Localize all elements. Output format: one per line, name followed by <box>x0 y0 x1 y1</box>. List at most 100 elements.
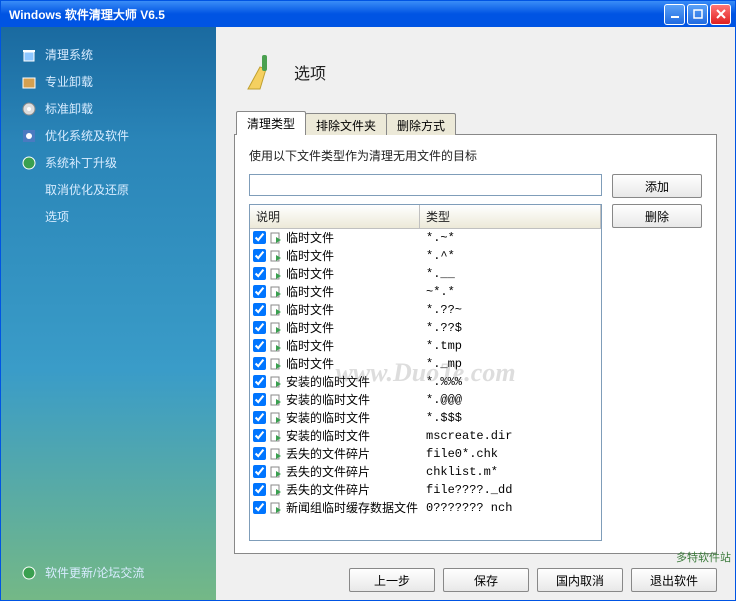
cancel-button[interactable]: 国内取消 <box>537 568 623 592</box>
list-item[interactable]: 临时文件*.??$ <box>250 319 601 337</box>
file-icon <box>269 357 283 371</box>
add-button[interactable]: 添加 <box>612 174 702 198</box>
row-checkbox[interactable] <box>253 285 266 298</box>
row-checkbox[interactable] <box>253 447 266 460</box>
row-type: *.tmp <box>420 337 601 355</box>
row-desc: 临时文件 <box>286 229 334 247</box>
prev-button[interactable]: 上一步 <box>349 568 435 592</box>
corner-badge: 多特软件站 <box>676 552 731 564</box>
list-item[interactable]: 安装的临时文件*.$$$ <box>250 409 601 427</box>
exit-button[interactable]: 退出软件 <box>631 568 717 592</box>
globe-icon <box>21 565 37 581</box>
file-icon <box>269 447 283 461</box>
list-item[interactable]: 临时文件 *.tmp <box>250 337 601 355</box>
list-item[interactable]: 临时文件~*.* <box>250 283 601 301</box>
list-item[interactable]: 丢失的文件碎片 file0*.chk <box>250 445 601 463</box>
column-desc[interactable]: 说明 <box>250 205 420 228</box>
row-checkbox[interactable] <box>253 501 266 514</box>
sidebar-item-label: 清理系统 <box>45 46 93 63</box>
sidebar-item-options[interactable]: 选项 <box>19 203 198 230</box>
list-item[interactable]: 临时文件*.??~ <box>250 301 601 319</box>
window-title: Windows 软件清理大师 V6.5 <box>5 6 664 23</box>
list-item[interactable]: 新闻组临时缓存数据文件0??????? nch <box>250 499 601 517</box>
row-checkbox[interactable] <box>253 375 266 388</box>
tab-panel: 使用以下文件类型作为清理无用文件的目标 添加 www.DuoTe.com 说明 … <box>234 134 717 554</box>
tab-exclude-folders[interactable]: 排除文件夹 <box>305 113 387 135</box>
content-area: 选项 清理类型 排除文件夹 删除方式 使用以下文件类型作为清理无用文件的目标 添… <box>216 27 735 600</box>
sidebar-item-label: 软件更新/论坛交流 <box>45 564 144 581</box>
row-checkbox[interactable] <box>253 465 266 478</box>
list-item[interactable]: 临时文件*._mp <box>250 355 601 373</box>
minimize-button[interactable] <box>664 4 685 25</box>
row-checkbox[interactable] <box>253 267 266 280</box>
row-checkbox[interactable] <box>253 231 266 244</box>
sidebar-item-update[interactable]: 软件更新/论坛交流 <box>19 559 198 586</box>
row-type: *._mp <box>420 355 601 373</box>
column-type[interactable]: 类型 <box>420 205 601 228</box>
file-icon <box>269 249 283 263</box>
list-item[interactable]: 安装的临时文件mscreate.dir <box>250 427 601 445</box>
sidebar-item-label: 取消优化及还原 <box>45 181 129 198</box>
panel-description: 使用以下文件类型作为清理无用文件的目标 <box>249 147 702 164</box>
gear-icon <box>21 128 37 144</box>
sidebar-item-pro-uninstall[interactable]: 专业卸载 <box>19 68 198 95</box>
row-checkbox[interactable] <box>253 429 266 442</box>
row-checkbox[interactable] <box>253 303 266 316</box>
sidebar-item-clean[interactable]: 清理系统 <box>19 41 198 68</box>
tab-delete-method[interactable]: 删除方式 <box>386 113 456 135</box>
sidebar-item-restore[interactable]: 取消优化及还原 <box>19 176 198 203</box>
row-desc: 丢失的文件碎片 <box>286 481 370 499</box>
row-desc: 临时文件 <box>286 247 334 265</box>
row-type: *.%%% <box>420 373 601 391</box>
footer-buttons: 上一步 保存 国内取消 退出软件 <box>234 562 717 592</box>
row-type: chklist.m* <box>420 463 601 481</box>
globe-icon <box>21 155 37 171</box>
blank-icon <box>21 209 37 225</box>
list-item[interactable]: 安装的临时文件*.%%% <box>250 373 601 391</box>
disc-icon <box>21 101 37 117</box>
package-icon <box>21 74 37 90</box>
file-icon <box>269 411 283 425</box>
row-desc: 临时文件 <box>286 319 334 337</box>
file-icon <box>269 285 283 299</box>
row-desc: 临时文件 <box>286 265 334 283</box>
close-button[interactable] <box>710 4 731 25</box>
row-desc: 丢失的文件碎片 <box>286 445 370 463</box>
row-checkbox[interactable] <box>253 321 266 334</box>
maximize-button[interactable] <box>687 4 708 25</box>
sidebar-item-patches[interactable]: 系统补丁升级 <box>19 149 198 176</box>
row-type: file0*.chk <box>420 445 601 463</box>
file-icon <box>269 339 283 353</box>
row-checkbox[interactable] <box>253 249 266 262</box>
row-checkbox[interactable] <box>253 357 266 370</box>
list-item[interactable]: 临时文件*.__ <box>250 265 601 283</box>
row-desc: 临时文件 <box>286 337 334 355</box>
sidebar-item-label: 优化系统及软件 <box>45 127 129 144</box>
file-icon <box>269 393 283 407</box>
row-type: *.@@@ <box>420 391 601 409</box>
row-checkbox[interactable] <box>253 393 266 406</box>
titlebar[interactable]: Windows 软件清理大师 V6.5 <box>1 1 735 27</box>
file-icon <box>269 465 283 479</box>
remove-button[interactable]: 删除 <box>612 204 702 228</box>
row-checkbox[interactable] <box>253 483 266 496</box>
filetype-input[interactable] <box>249 174 602 196</box>
filetype-list[interactable]: www.DuoTe.com 说明 类型 临时文件*.~*临时文件*.^*临时文件… <box>249 204 602 541</box>
row-desc: 临时文件 <box>286 301 334 319</box>
tab-strip: 清理类型 排除文件夹 删除方式 <box>236 111 717 135</box>
list-header: 说明 类型 <box>250 205 601 229</box>
row-checkbox[interactable] <box>253 339 266 352</box>
list-item[interactable]: 丢失的文件碎片chklist.m* <box>250 463 601 481</box>
tab-clean-types[interactable]: 清理类型 <box>236 111 306 135</box>
row-checkbox[interactable] <box>253 411 266 424</box>
row-type: 0??????? nch <box>420 499 601 517</box>
list-item[interactable]: 安装的临时文件*.@@@ <box>250 391 601 409</box>
sidebar-item-label: 专业卸载 <box>45 73 93 90</box>
sidebar-item-optimize[interactable]: 优化系统及软件 <box>19 122 198 149</box>
list-item[interactable]: 丢失的文件碎片file????._dd <box>250 481 601 499</box>
list-item[interactable]: 临时文件*.^* <box>250 247 601 265</box>
save-button[interactable]: 保存 <box>443 568 529 592</box>
sidebar-item-std-uninstall[interactable]: 标准卸载 <box>19 95 198 122</box>
file-icon <box>269 501 283 515</box>
list-item[interactable]: 临时文件*.~* <box>250 229 601 247</box>
